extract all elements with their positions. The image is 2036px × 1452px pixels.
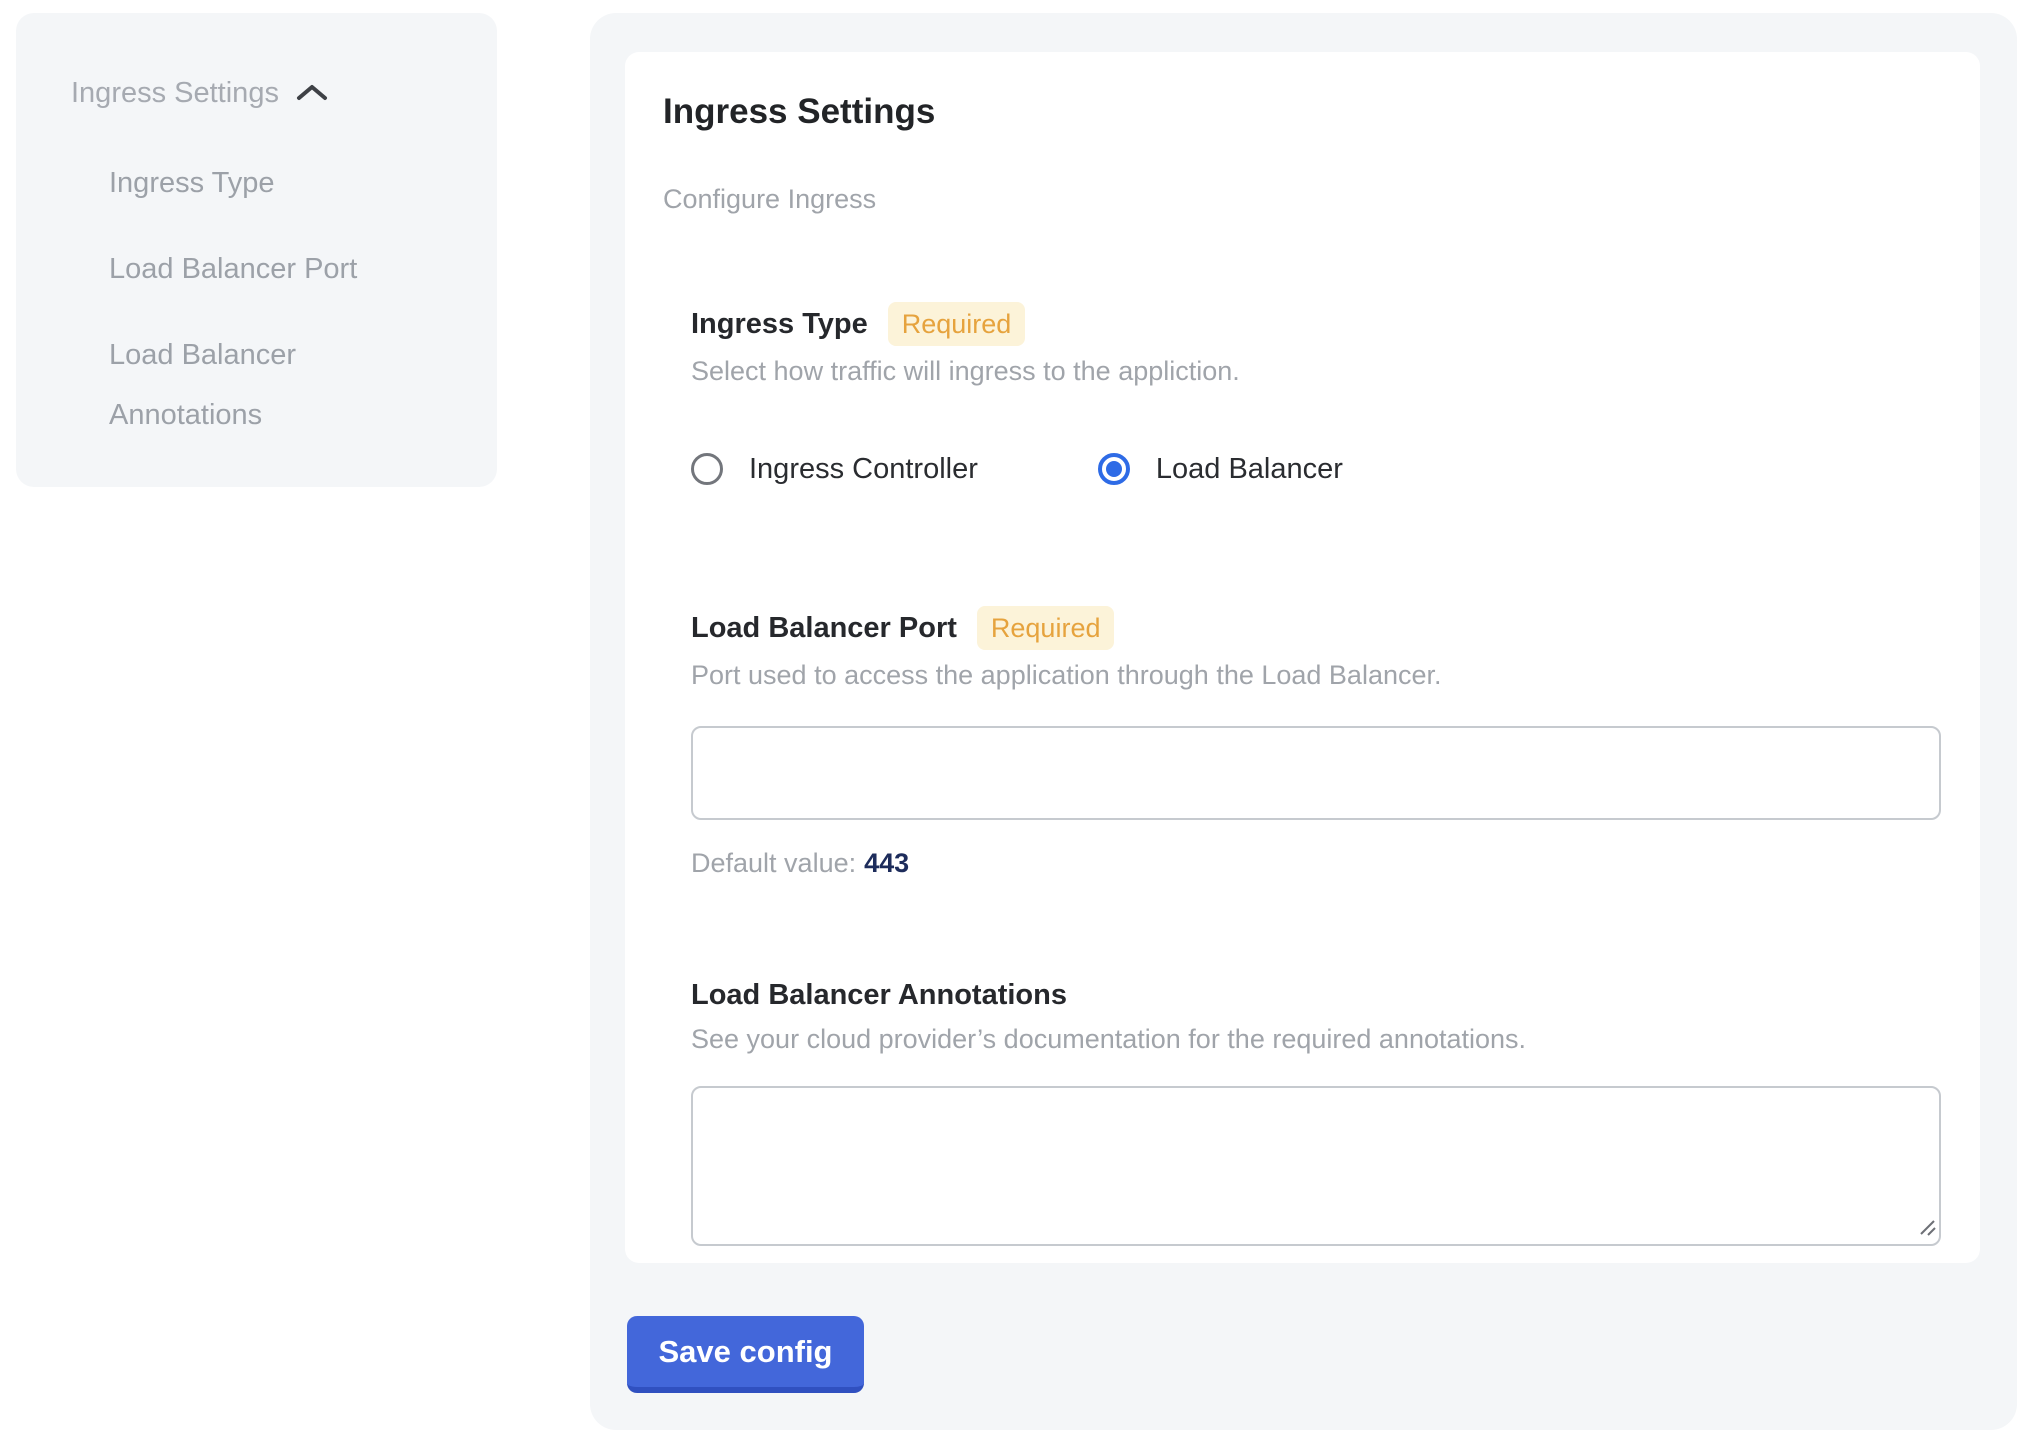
load-balancer-annotations-label: Load Balancer Annotations bbox=[691, 976, 1067, 1014]
ingress-type-radio-group: Ingress Controller Load Balancer bbox=[691, 450, 1941, 488]
required-badge: Required bbox=[888, 302, 1026, 346]
load-balancer-port-input[interactable] bbox=[691, 726, 1941, 820]
sidebar-section-toggle[interactable]: Ingress Settings bbox=[71, 71, 467, 115]
load-balancer-annotations-textarea[interactable] bbox=[691, 1086, 1941, 1246]
sidebar-item-load-balancer-port[interactable]: Load Balancer Port bbox=[109, 239, 409, 299]
sidebar-section-title: Ingress Settings bbox=[71, 71, 279, 115]
radio-option-ingress-controller[interactable]: Ingress Controller bbox=[691, 450, 978, 488]
sidebar-item-ingress-type[interactable]: Ingress Type bbox=[109, 153, 409, 213]
field-ingress-type: Ingress Type Required Select how traffic… bbox=[691, 302, 1941, 488]
ingress-settings-card: Ingress Settings Configure Ingress Ingre… bbox=[625, 52, 1980, 1263]
chevron-up-icon[interactable] bbox=[295, 82, 329, 104]
content-panel: Ingress Settings Configure Ingress Ingre… bbox=[590, 13, 2017, 1430]
load-balancer-port-label: Load Balancer Port bbox=[691, 609, 957, 647]
sidebar-item-list: Ingress Type Load Balancer Port Load Bal… bbox=[71, 153, 467, 445]
sidebar-item-load-balancer-annotations[interactable]: Load Balancer Annotations bbox=[109, 325, 409, 445]
field-load-balancer-port: Load Balancer Port Required Port used to… bbox=[691, 606, 1941, 880]
radio-label-load-balancer: Load Balancer bbox=[1156, 450, 1343, 488]
page-title: Ingress Settings bbox=[663, 90, 1941, 134]
radio-unselected-icon[interactable] bbox=[691, 453, 723, 485]
load-balancer-annotations-description: See your cloud provider’s documentation … bbox=[691, 1022, 1941, 1056]
save-config-button[interactable]: Save config bbox=[627, 1316, 864, 1393]
page-subtitle: Configure Ingress bbox=[663, 182, 1941, 216]
ingress-type-label: Ingress Type bbox=[691, 305, 868, 343]
field-load-balancer-annotations: Load Balancer Annotations See your cloud… bbox=[691, 976, 1941, 1246]
default-value-line: Default value: 443 bbox=[691, 846, 1941, 880]
radio-selected-icon[interactable] bbox=[1098, 453, 1130, 485]
required-badge: Required bbox=[977, 606, 1115, 650]
default-value: 443 bbox=[864, 848, 909, 878]
ingress-type-description: Select how traffic will ingress to the a… bbox=[691, 354, 1941, 388]
load-balancer-port-description: Port used to access the application thro… bbox=[691, 658, 1941, 692]
radio-label-ingress-controller: Ingress Controller bbox=[749, 450, 978, 488]
default-value-label: Default value: bbox=[691, 848, 856, 878]
settings-sidebar: Ingress Settings Ingress Type Load Balan… bbox=[16, 13, 497, 487]
radio-option-load-balancer[interactable]: Load Balancer bbox=[1098, 450, 1343, 488]
